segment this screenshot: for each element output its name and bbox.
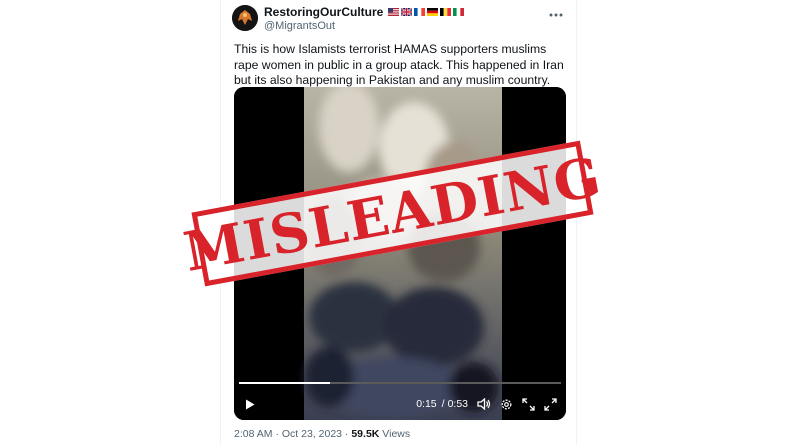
- author-name-row[interactable]: RestoringOurCulture: [264, 5, 465, 19]
- video-progress-fill: [239, 382, 331, 384]
- belgium-flag-icon: [440, 8, 452, 16]
- tweet-date[interactable]: Oct 23, 2023: [282, 428, 342, 440]
- display-name[interactable]: RestoringOurCulture: [264, 5, 383, 19]
- author-handle[interactable]: @MigrantsOut: [264, 20, 335, 32]
- views-count: 59.5K: [351, 428, 380, 440]
- video-progress-bar[interactable]: [239, 382, 561, 384]
- settings-icon[interactable]: [498, 396, 514, 412]
- us-flag-icon: [388, 8, 400, 16]
- volume-icon[interactable]: [476, 396, 492, 412]
- video-current-time: 0:15: [416, 398, 437, 410]
- avatar[interactable]: [232, 5, 258, 31]
- views-label: Views: [382, 428, 411, 440]
- france-flag-icon: [414, 8, 426, 16]
- tweet-text: This is how Islamists terrorist HAMAS su…: [234, 42, 564, 87]
- video-time-separator: /: [441, 398, 445, 410]
- video-duration: 0:53: [447, 398, 468, 410]
- tweet-meta: 2:08 AM · Oct 23, 2023 · 59.5K Views: [234, 428, 410, 440]
- meta-separator-2: ·: [344, 428, 349, 440]
- video-controls: 0:15 / 0:53: [234, 370, 566, 420]
- video-control-row: 0:15 / 0:53: [242, 396, 558, 412]
- uk-flag-icon: [401, 8, 413, 16]
- germany-flag-icon: [427, 8, 439, 16]
- picture-in-picture-icon[interactable]: [542, 396, 558, 412]
- play-icon[interactable]: [242, 396, 258, 412]
- tweet-time[interactable]: 2:08 AM: [234, 428, 273, 440]
- meta-separator: ·: [275, 428, 279, 440]
- more-icon[interactable]: [548, 5, 564, 21]
- flag-emojis: [388, 8, 465, 16]
- italy-flag-icon: [453, 8, 465, 16]
- fullscreen-icon[interactable]: [520, 396, 536, 412]
